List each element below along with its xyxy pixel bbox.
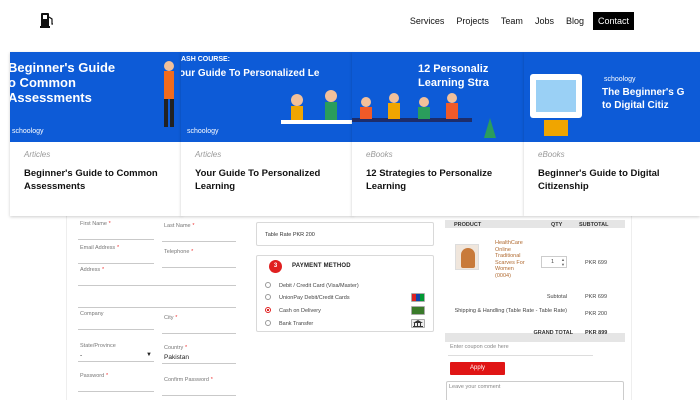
resource-cards: Beginner's Guide o Common Assessments sc… bbox=[10, 52, 700, 218]
payment-method-box: 3 PAYMENT METHOD Debit / Credit Card (Vi… bbox=[256, 255, 434, 332]
resource-card[interactable]: Beginner's Guide o Common Assessments sc… bbox=[10, 52, 182, 216]
card-category: Articles bbox=[195, 150, 222, 159]
banner-title: 12 Personaliz Learning Stra bbox=[418, 63, 489, 89]
confirm-password-label: Confirm Password bbox=[164, 377, 209, 383]
nav-blog[interactable]: Blog bbox=[560, 12, 590, 30]
product-thumbnail[interactable] bbox=[455, 244, 479, 270]
email-field[interactable]: Email Address * bbox=[78, 245, 154, 264]
state-value: - bbox=[80, 352, 83, 359]
address-field[interactable]: Address * bbox=[78, 267, 236, 286]
grand-total-label: GRAND TOTAL bbox=[533, 330, 573, 336]
confirm-password-field[interactable]: Confirm Password * bbox=[162, 377, 236, 396]
payment-option-cod[interactable]: Cash on Delivery bbox=[265, 307, 321, 314]
radio-button[interactable] bbox=[265, 320, 271, 326]
card-banner-image[interactable]: schoology The Beginner's G to Digital Ci… bbox=[524, 52, 700, 142]
country-label: Country bbox=[164, 345, 184, 351]
nav-contact-button[interactable]: Contact bbox=[592, 12, 634, 30]
first-name-label: First Name bbox=[80, 221, 107, 227]
city-field[interactable]: City * bbox=[162, 315, 236, 334]
password-label: Password bbox=[80, 373, 105, 379]
payment-option-card[interactable]: Debit / Credit Card (Visa/Master) bbox=[265, 282, 359, 289]
chevron-down-icon: ▼ bbox=[146, 352, 152, 358]
card-title[interactable]: 12 Strategies to Personalize Learning bbox=[366, 168, 516, 193]
telephone-label: Telephone bbox=[164, 249, 190, 255]
banner-title: The Beginner's G to Digital Citiz bbox=[602, 87, 685, 111]
banner-kicker: ASH COURSE: bbox=[181, 56, 231, 63]
card-category: eBooks bbox=[538, 150, 565, 159]
subtotal-label: Subtotal bbox=[546, 294, 567, 300]
quantity-stepper[interactable]: 1 ▲ ▼ bbox=[541, 256, 567, 268]
resource-card[interactable]: schoology The Beginner's G to Digital Ci… bbox=[524, 52, 700, 216]
apply-coupon-button[interactable]: Apply bbox=[450, 362, 505, 375]
comment-textarea[interactable]: Leave your comment bbox=[446, 381, 624, 400]
banner-title: our Guide To Personalized Le bbox=[181, 68, 320, 79]
unionpay-logo-icon bbox=[411, 293, 425, 302]
item-subtotal: PKR 699 bbox=[585, 260, 608, 266]
country-select[interactable]: Country * Pakistan bbox=[162, 345, 236, 364]
students-illustration bbox=[281, 90, 353, 124]
radio-button-selected[interactable] bbox=[265, 307, 271, 313]
radio-button[interactable] bbox=[265, 282, 271, 288]
address-label: Address bbox=[80, 267, 101, 273]
decrement-icon[interactable]: ▼ bbox=[561, 262, 565, 267]
radio-button[interactable] bbox=[265, 294, 271, 300]
state-label: State/Province bbox=[80, 343, 116, 349]
product-name-link[interactable]: HealthCare Online Traditional Scarves Fo… bbox=[495, 240, 525, 279]
card-category: eBooks bbox=[366, 150, 393, 159]
shipping-method-box: Table Rate PKR 200 bbox=[256, 222, 434, 246]
order-summary: PRODUCT QTY SUBTOTAL HealthCare Online T… bbox=[445, 220, 625, 342]
device-illustration bbox=[530, 74, 582, 136]
last-name-field[interactable]: Last Name * bbox=[162, 223, 236, 242]
card-category: Articles bbox=[24, 150, 51, 159]
email-label: Email Address bbox=[80, 245, 116, 251]
state-select[interactable]: State/Province - ▼ bbox=[78, 343, 154, 362]
nav-team[interactable]: Team bbox=[495, 12, 529, 30]
quantity-value[interactable]: 1 bbox=[551, 259, 554, 265]
banner-title: Beginner's Guide o Common Assessments bbox=[10, 60, 116, 105]
grand-total-value: PKR 899 bbox=[585, 330, 608, 336]
shipping-handling-value: PKR 200 bbox=[585, 311, 608, 317]
order-summary-body: HealthCare Online Traditional Scarves Fo… bbox=[445, 228, 625, 333]
nav-projects[interactable]: Projects bbox=[450, 12, 495, 30]
classroom-illustration bbox=[352, 93, 496, 138]
resource-card[interactable]: 12 Personaliz Learning Stra eBooks 12 St… bbox=[352, 52, 524, 216]
nav-jobs[interactable]: Jobs bbox=[529, 12, 560, 30]
subtotal-value: PKR 699 bbox=[585, 294, 608, 300]
schoology-logo: schoology bbox=[12, 128, 44, 135]
card-banner-image[interactable]: ASH COURSE: our Guide To Personalized Le… bbox=[181, 52, 353, 142]
nav-services[interactable]: Services bbox=[404, 12, 451, 30]
payment-option-bank[interactable]: Bank Transfer bbox=[265, 320, 313, 327]
payment-method-heading: PAYMENT METHOD bbox=[292, 263, 351, 269]
shipping-handling-label: Shipping & Handling (Table Rate - Table … bbox=[454, 308, 567, 314]
main-menu: Services Projects Team Jobs Blog Contact bbox=[404, 12, 634, 30]
card-title[interactable]: Your Guide To Personalized Learning bbox=[195, 168, 345, 193]
card-title[interactable]: Beginner's Guide to Common Assessments bbox=[24, 168, 174, 193]
telephone-field[interactable]: Telephone * bbox=[162, 249, 236, 268]
resource-card[interactable]: ASH COURSE: our Guide To Personalized Le… bbox=[181, 52, 353, 216]
country-value: Pakistan bbox=[164, 354, 189, 361]
table-rate-label[interactable]: Table Rate PKR 200 bbox=[265, 232, 315, 238]
payment-option-unionpay[interactable]: UnionPay Debit/Credit Cards bbox=[265, 294, 350, 301]
company-label: Company bbox=[80, 311, 104, 317]
cash-icon bbox=[411, 306, 425, 315]
address-line2-field[interactable] bbox=[78, 290, 236, 308]
card-title[interactable]: Beginner's Guide to Digital Citizenship bbox=[538, 168, 688, 193]
schoology-logo: schoology bbox=[187, 128, 219, 135]
fuel-pump-icon[interactable] bbox=[40, 11, 54, 29]
bank-icon bbox=[411, 319, 425, 328]
coupon-input[interactable]: Enter coupon code here bbox=[448, 344, 593, 356]
password-field[interactable]: Password * bbox=[78, 373, 154, 392]
card-banner-image[interactable]: Beginner's Guide o Common Assessments sc… bbox=[10, 52, 182, 142]
student-illustration bbox=[164, 61, 174, 127]
top-navigation: Services Projects Team Jobs Blog Contact bbox=[0, 0, 700, 44]
schoology-logo: schoology bbox=[604, 76, 636, 83]
last-name-label: Last Name bbox=[164, 223, 191, 229]
step-number-badge: 3 bbox=[269, 260, 282, 273]
card-banner-image[interactable]: 12 Personaliz Learning Stra bbox=[352, 52, 524, 142]
first-name-field[interactable]: First Name * bbox=[78, 221, 154, 240]
city-label: City bbox=[164, 315, 174, 321]
company-field[interactable]: Company bbox=[78, 311, 154, 330]
